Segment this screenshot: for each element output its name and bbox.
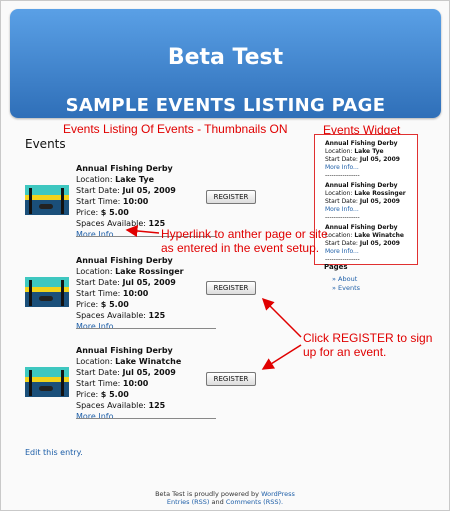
entries-rss-link[interactable]: Entries (RSS): [167, 498, 210, 506]
wordpress-link[interactable]: WordPress: [261, 490, 295, 498]
comments-rss-link[interactable]: Comments (RSS).: [226, 498, 283, 506]
arrow-to-register-3: [261, 344, 302, 370]
arrow-to-more-info: [125, 225, 160, 237]
edit-entry-link[interactable]: Edit this entry.: [25, 448, 83, 457]
page-frame: Beta Test SAMPLE EVENTS LISTING PAGE Eve…: [0, 0, 450, 511]
footer-and: and: [211, 498, 224, 506]
arrow-to-register-2: [261, 297, 302, 338]
footer-credit-text: Beta Test is proudly powered by: [155, 490, 259, 498]
footer-feeds: Entries (RSS) and Comments (RSS).: [1, 498, 449, 506]
annotation-arrows: [125, 225, 302, 370]
footer-credit: Beta Test is proudly powered by WordPres…: [1, 490, 449, 498]
